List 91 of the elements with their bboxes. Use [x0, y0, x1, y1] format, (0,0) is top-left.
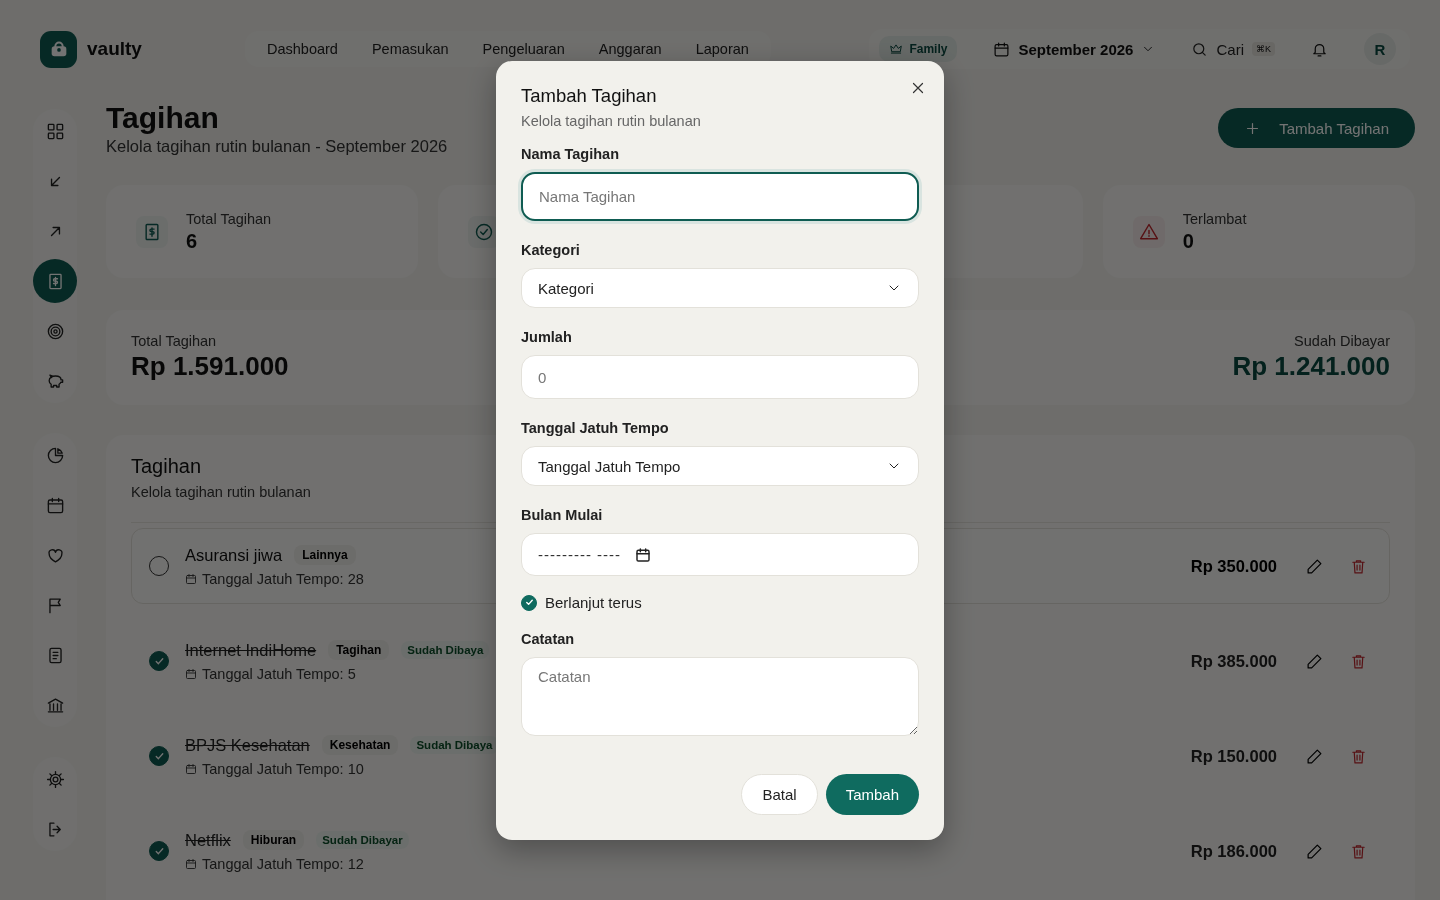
field-label: Catatan: [521, 631, 575, 647]
month-field[interactable]: --------- ----: [521, 533, 919, 576]
section-subtitle: Kelola tagihan rutin bulanan: [131, 484, 311, 500]
calendar-icon: [45, 495, 65, 515]
bill-amount: Rp 186.000: [1190, 841, 1277, 861]
bank-icon: [45, 695, 65, 715]
sidebar-item[interactable]: [33, 259, 77, 303]
field-label: Tanggal Jatuh Tempo: [521, 420, 669, 436]
calendar-icon: [993, 40, 1011, 58]
field-label: Nama Tagihan: [521, 146, 620, 162]
brand-name: vaulty: [87, 38, 143, 60]
calendar-icon: [185, 668, 197, 680]
pencil-icon: [1305, 557, 1323, 575]
checkbox[interactable]: [521, 594, 537, 611]
shortcut-badge: ⌘K: [1252, 42, 1275, 56]
stat-value: 0: [1182, 229, 1194, 253]
bill-amount: Rp 350.000: [1190, 556, 1277, 576]
summary-value: Rp 1.241.000: [1232, 351, 1390, 382]
summary-label: Total Tagihan: [131, 333, 218, 349]
trash-icon: [1349, 652, 1367, 670]
pencil-icon: [1305, 747, 1323, 765]
bill-name: BPJS Kesehatan: [185, 735, 310, 755]
calendar-icon: [185, 573, 197, 585]
category-tag: Lainnya: [294, 545, 356, 565]
dialog-subtitle: Kelola tagihan rutin bulanan: [521, 113, 701, 129]
dialog-title: Tambah Tagihan: [521, 85, 657, 107]
submit-button[interactable]: Tambah: [825, 774, 919, 815]
nav-link[interactable]: Laporan: [685, 37, 759, 61]
bill-name: Netflix: [185, 830, 231, 850]
logo-icon: [40, 30, 77, 68]
stat-label: Terlambat: [1182, 210, 1247, 227]
category-tag: Hiburan: [242, 830, 305, 850]
due-date: Tanggal Jatuh Tempo: 28: [202, 571, 364, 587]
trash-icon: [1349, 747, 1367, 765]
status-tag: Sudah Dibaya: [410, 736, 499, 754]
checkbox-label: Berlanjut terus: [545, 594, 642, 611]
paid-checkbox[interactable]: [149, 746, 169, 766]
cancel-button[interactable]: Batal: [741, 774, 818, 815]
pencil-icon: [1305, 652, 1323, 670]
due-date: Tanggal Jatuh Tempo: 12: [202, 856, 364, 872]
due-date: Tanggal Jatuh Tempo: 5: [202, 666, 356, 682]
bill-amount: Rp 385.000: [1190, 651, 1277, 671]
settings-icon: [45, 769, 65, 789]
grid-icon: [45, 121, 65, 141]
bill-name: Internet IndiHome: [185, 640, 317, 660]
category-tag: Kesehatan: [321, 735, 399, 755]
stat-label: Total Tagihan: [186, 210, 272, 227]
stat-value: 6: [186, 229, 198, 253]
calendar-icon: [635, 546, 652, 563]
check-icon: [523, 597, 535, 608]
calendar-icon: [185, 858, 197, 870]
pie-chart-icon: [45, 445, 65, 465]
nav-link[interactable]: Pemasukan: [361, 37, 459, 61]
add-bill-button[interactable]: Tambah Tagihan: [1218, 108, 1415, 148]
summary-value: Rp 1.591.000: [131, 351, 289, 382]
target-icon: [45, 321, 65, 341]
nav-link[interactable]: Anggaran: [588, 37, 672, 61]
plan-badge: Family: [879, 36, 958, 62]
trash-icon: [1349, 842, 1367, 860]
paid-checkbox[interactable]: [149, 841, 169, 861]
paid-checkbox[interactable]: [149, 651, 169, 671]
calendar-icon: [185, 763, 197, 775]
nav-link[interactable]: Dashboard: [257, 37, 348, 61]
input-field[interactable]: Nama Tagihan: [521, 172, 919, 221]
crown-icon: [889, 42, 904, 56]
field-label: Jumlah: [521, 329, 572, 345]
field-label: Kategori: [521, 242, 580, 258]
notes-field[interactable]: Catatan: [521, 657, 919, 736]
bill-name: Asuransi jiwa: [185, 545, 283, 565]
avatar[interactable]: R: [1364, 33, 1396, 65]
page-subtitle: Kelola tagihan rutin bulanan - September 2026: [106, 137, 448, 156]
category-tag: Tagihan: [328, 640, 390, 660]
month-picker[interactable]: September 2026: [993, 40, 1156, 58]
pencil-icon: [1305, 842, 1323, 860]
status-tag: Sudah Dibayar: [316, 831, 409, 849]
nav-link[interactable]: Pengeluaran: [472, 37, 575, 61]
trash-icon: [1349, 557, 1367, 575]
due-date: Tanggal Jatuh Tempo: 10: [202, 761, 364, 777]
select-field[interactable]: Tanggal Jatuh Tempo: [521, 446, 919, 486]
bill-amount: Rp 150.000: [1190, 746, 1277, 766]
page-title: Tagihan: [106, 100, 219, 136]
search-button[interactable]: Cari ⌘K: [1191, 40, 1275, 58]
search-icon: [1191, 40, 1209, 58]
section-title: Tagihan: [131, 455, 202, 478]
check-circle-icon: [474, 221, 495, 242]
select-field[interactable]: Kategori: [521, 268, 919, 308]
dollar-receipt-icon: [142, 221, 162, 242]
field-label: Bulan Mulai: [521, 507, 603, 523]
summary-label: Sudah Dibayar: [1294, 333, 1390, 349]
status-tag: Sudah Dibaya: [401, 641, 490, 659]
warning-icon: [1138, 221, 1159, 242]
